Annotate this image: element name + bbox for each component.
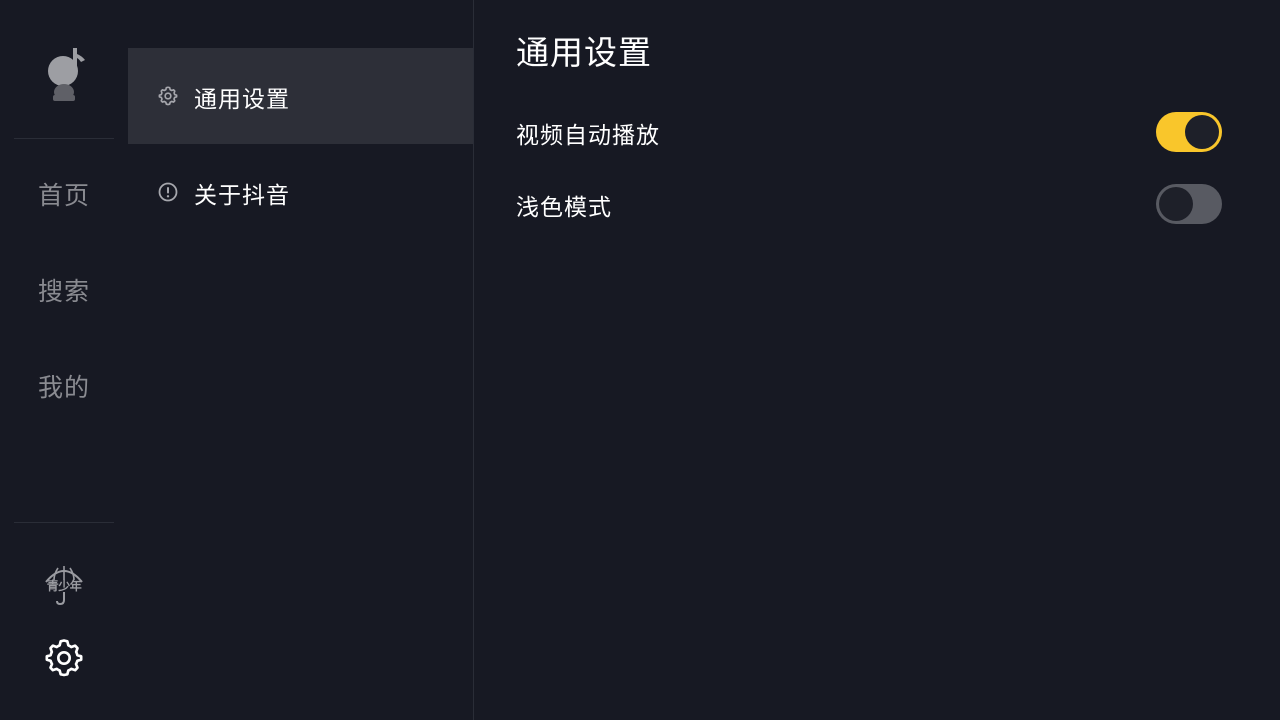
settings-content: 通用设置 视频自动播放 浅色模式 xyxy=(474,0,1280,720)
rail-divider xyxy=(14,138,114,139)
page-title: 通用设置 xyxy=(516,33,652,72)
settings-screen: 首页 搜索 我的 青少年 通用设置 关于抖音 通用设置 视频自动播放 浅色模式 xyxy=(0,0,1280,720)
teen-mode-label: 青少年 xyxy=(46,579,82,593)
autoplay-toggle[interactable] xyxy=(1156,112,1222,152)
teen-mode-button[interactable]: 青少年 xyxy=(42,564,86,606)
gear-icon[interactable] xyxy=(44,638,84,678)
mascot-avatar-icon[interactable] xyxy=(44,46,86,102)
toggle-knob xyxy=(1159,187,1193,221)
menu-item-label: 关于抖音 xyxy=(194,183,290,209)
settings-menu: 通用设置 关于抖音 xyxy=(128,0,473,720)
toggle-knob xyxy=(1185,115,1219,149)
menu-item-label: 通用设置 xyxy=(194,87,290,113)
autoplay-label: 视频自动播放 xyxy=(516,123,660,149)
nav-search[interactable]: 搜索 xyxy=(0,272,128,308)
rail-divider xyxy=(14,522,114,523)
nav-home[interactable]: 首页 xyxy=(0,176,128,212)
light-mode-toggle[interactable] xyxy=(1156,184,1222,224)
gear-icon xyxy=(158,86,178,106)
menu-item-general-settings[interactable]: 通用设置 xyxy=(128,48,473,144)
nav-me[interactable]: 我的 xyxy=(0,368,128,404)
info-icon xyxy=(158,182,178,202)
light-mode-label: 浅色模式 xyxy=(516,195,612,221)
menu-item-about[interactable]: 关于抖音 xyxy=(128,144,473,240)
left-rail: 首页 搜索 我的 青少年 xyxy=(0,0,128,720)
